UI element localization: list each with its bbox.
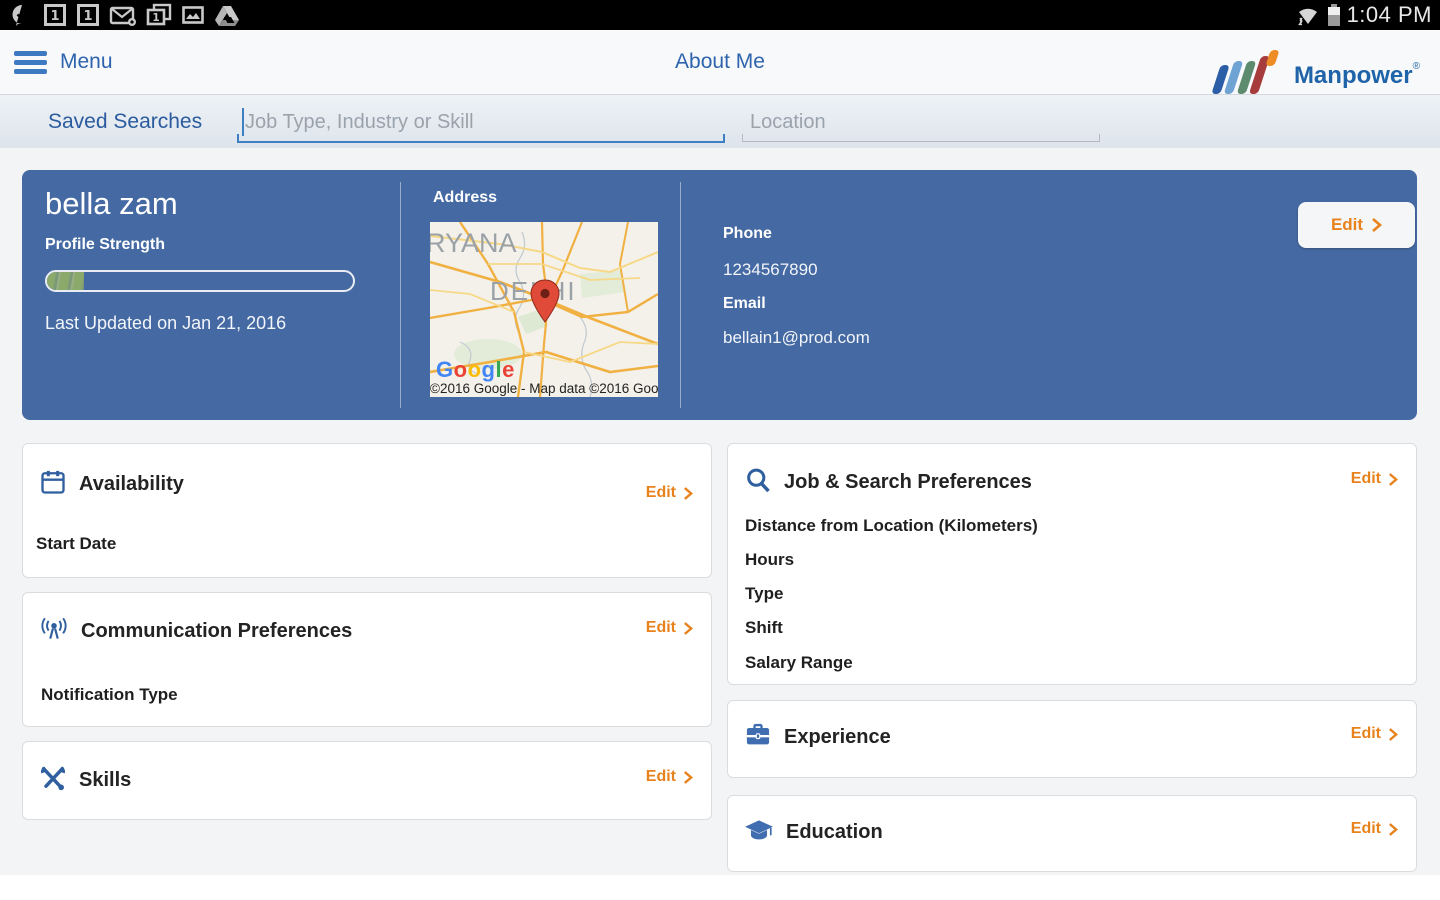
map-thumbnail[interactable]: RYANA DELHI Google ©2016 Google - Map da… (430, 222, 658, 397)
education-title: Education (786, 821, 883, 843)
job-search-preferences-card: Job & Search Preferences Edit Distance f… (727, 443, 1417, 685)
screen: 1 1 1 1:04 PM Menu About Me Manpower ® S… (0, 0, 1440, 900)
profile-strength-label: Profile Strength (45, 236, 166, 253)
battery-icon (1326, 2, 1342, 28)
skills-title: Skills (79, 769, 132, 791)
distance-label: Distance from Location (Kilometers) (745, 516, 1038, 535)
screenshot-icon (181, 3, 205, 27)
chevron-right-icon (1389, 727, 1398, 741)
profile-name: bella zam (45, 186, 178, 221)
check-bubble-icon (10, 3, 34, 27)
communication-preferences-title: Communication Preferences (81, 620, 353, 642)
graduation-cap-icon (744, 816, 774, 849)
wifi-icon (1295, 3, 1321, 27)
broadcast-icon (39, 615, 69, 648)
education-card: Education Edit (727, 795, 1417, 872)
availability-card: Availability Edit Start Date (22, 443, 712, 578)
start-date-label: Start Date (36, 534, 117, 553)
job-search-preferences-edit-button[interactable]: Edit (1351, 470, 1398, 488)
svg-text:1: 1 (83, 9, 92, 24)
profile-edit-button[interactable]: Edit (1298, 202, 1415, 248)
phone-value: 1234567890 (723, 260, 818, 279)
experience-title: Experience (784, 726, 891, 748)
communication-preferences-edit-button[interactable]: Edit (646, 619, 693, 637)
experience-card: Experience Edit (727, 700, 1417, 778)
job-type-input[interactable] (237, 103, 733, 141)
notification-icons: 1 1 1 (0, 3, 240, 27)
calendar-1-icon: 1 (76, 3, 100, 27)
text-cursor (242, 108, 244, 136)
drive-icon (214, 3, 240, 27)
chevron-right-icon (1372, 218, 1383, 232)
availability-edit-button[interactable]: Edit (646, 484, 693, 502)
hours-label: Hours (745, 550, 795, 569)
brand-registered-mark: ® (1412, 61, 1420, 72)
job-search-preferences-title: Job & Search Preferences (784, 471, 1032, 493)
chevron-right-icon (684, 486, 693, 500)
location-field (742, 103, 1108, 142)
brand-name: Manpower (1293, 62, 1413, 89)
type-label: Type (745, 584, 784, 603)
search-icon (744, 466, 772, 499)
phone-label: Phone (723, 225, 772, 242)
chevron-right-icon (1389, 472, 1398, 486)
profile-strength-bar (45, 270, 355, 292)
chevron-right-icon (684, 621, 693, 635)
profile-card: bella zam Profile Strength Last Updated … (22, 170, 1417, 420)
location-input[interactable] (742, 103, 1108, 141)
tools-icon (39, 764, 67, 797)
skills-edit-button[interactable]: Edit (646, 768, 693, 786)
last-updated-text: Last Updated on Jan 21, 2016 (45, 313, 287, 333)
stacked-window-1-icon: 1 (146, 3, 172, 27)
skills-card: Skills Edit (22, 741, 712, 820)
address-label: Address (433, 189, 498, 206)
availability-title: Availability (79, 473, 184, 495)
education-edit-button[interactable]: Edit (1351, 820, 1398, 838)
manpower-logo: Manpower ® (1211, 30, 1420, 104)
map-region-label: RYANA (430, 228, 517, 258)
communication-preferences-card: Communication Preferences Edit Notificat… (22, 592, 712, 727)
status-time: 1:04 PM (1346, 2, 1432, 27)
map-attribution: ©2016 Google - Map data ©2016 Goo (430, 381, 658, 396)
calendar-1-icon: 1 (43, 3, 67, 27)
job-search-field (237, 103, 733, 143)
experience-edit-button[interactable]: Edit (1351, 725, 1398, 743)
search-bar: Saved Searches Find Jobs (0, 95, 1440, 240)
profile-strength-fill (47, 272, 84, 290)
manpower-bars-icon (1211, 50, 1284, 94)
divider (680, 182, 681, 408)
notification-type-label: Notification Type (41, 685, 178, 704)
svg-text:1: 1 (50, 9, 59, 24)
chevron-right-icon (684, 770, 693, 784)
calendar-icon (39, 468, 67, 501)
shift-label: Shift (745, 618, 783, 637)
mail-sync-icon (109, 3, 137, 27)
briefcase-icon (744, 721, 772, 754)
app-header: Menu About Me Manpower ® (0, 30, 1440, 95)
status-bar: 1 1 1 1:04 PM (0, 0, 1440, 30)
salary-range-label: Salary Range (745, 653, 853, 672)
email-value: bellain1@prod.com (723, 328, 870, 347)
email-label: Email (723, 295, 766, 312)
chevron-right-icon (1389, 822, 1398, 836)
google-logo: Google (436, 357, 515, 382)
svg-text:1: 1 (152, 12, 159, 24)
divider (400, 182, 401, 408)
saved-searches-link[interactable]: Saved Searches (48, 95, 202, 148)
